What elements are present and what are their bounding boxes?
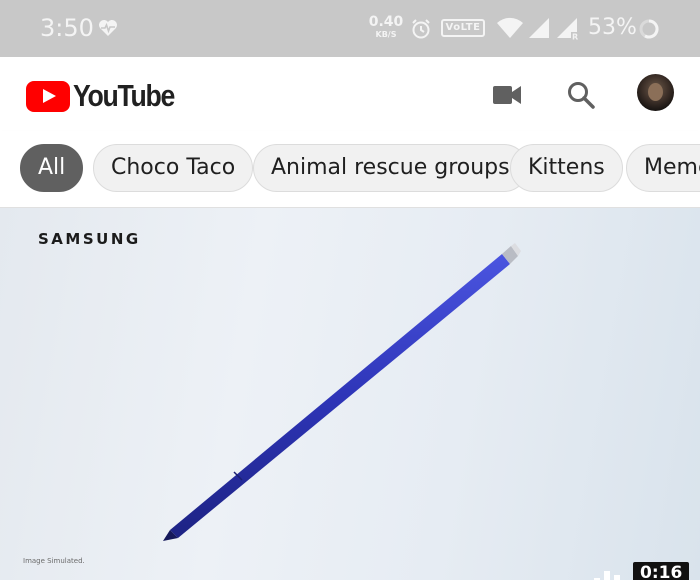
upload-camera-button[interactable] (489, 77, 525, 113)
battery-ring-icon (638, 18, 660, 45)
signal-icon (528, 17, 550, 44)
youtube-logo[interactable]: YouTube (26, 78, 191, 114)
chip-memes[interactable]: Memes (626, 144, 700, 192)
stylus-pen-image (163, 243, 521, 541)
search-button[interactable] (563, 77, 599, 113)
camera-icon (493, 86, 521, 104)
battery-percent: 53% (588, 15, 637, 40)
disclaimer-text: Image Simulated. (23, 557, 85, 565)
account-avatar[interactable] (637, 74, 674, 111)
network-speed: 0.40 KB/S (366, 15, 406, 39)
status-bar: 3:50 0.40 KB/S VoLTE R 53% (0, 0, 700, 57)
equalizer-icon (592, 566, 626, 580)
heart-pulse-icon (98, 19, 118, 42)
chip-animal-rescue-groups[interactable]: Animal rescue groups (253, 144, 528, 192)
chip-kittens[interactable]: Kittens (510, 144, 623, 192)
search-icon (568, 82, 595, 109)
filter-chip-bar: All Choco Taco Animal rescue groups Kitt… (0, 131, 700, 208)
app-header: YouTube (0, 57, 700, 132)
network-speed-value: 0.40 (368, 14, 404, 30)
youtube-wordmark: YouTube (73, 78, 175, 113)
svg-text:R: R (572, 33, 578, 42)
wifi-icon (496, 17, 524, 44)
video-thumbnail[interactable]: SAMSUNG Image Simulated. 0:16 (0, 208, 700, 580)
status-time: 3:50 (40, 14, 94, 42)
video-duration-badge: 0:16 (633, 562, 690, 580)
signal-roaming-icon: R (556, 17, 580, 46)
network-speed-unit: KB/S (375, 30, 397, 39)
volte-badge: VoLTE (441, 19, 485, 37)
alarm-icon (410, 18, 432, 45)
chip-choco-taco[interactable]: Choco Taco (93, 144, 254, 192)
play-logo-icon (26, 80, 70, 112)
chip-all[interactable]: All (20, 144, 84, 192)
